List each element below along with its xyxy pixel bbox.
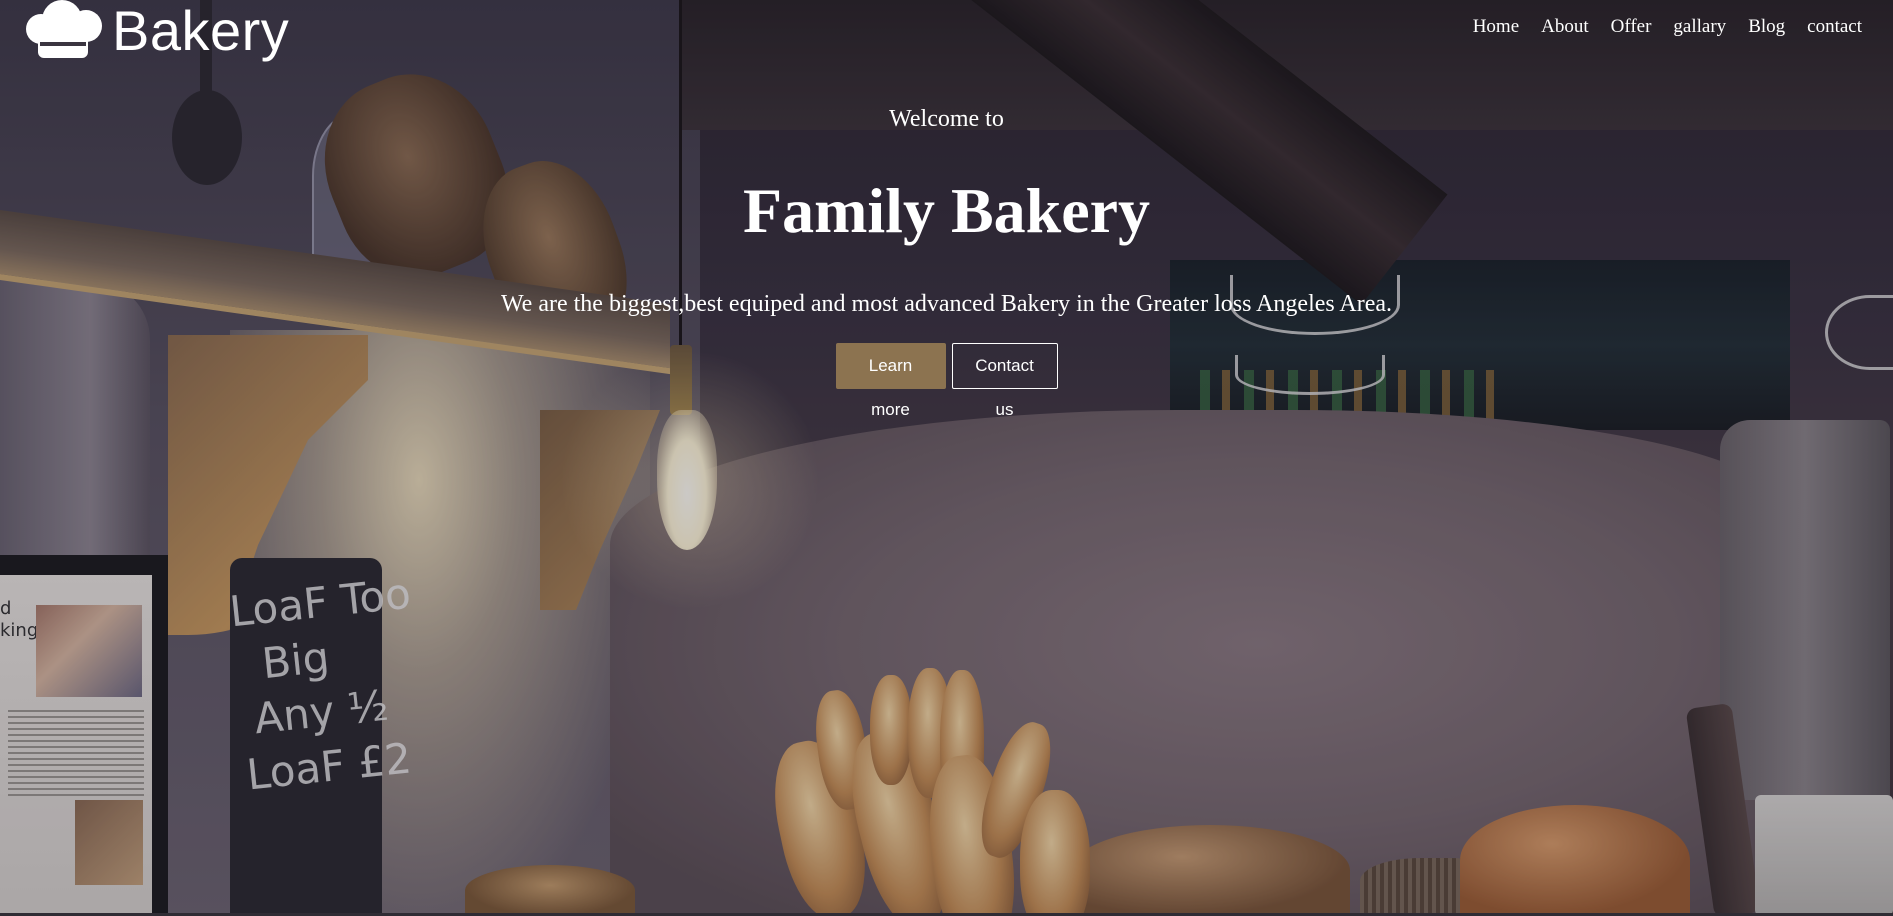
learn-more-button[interactable]: Learn more [835,343,946,419]
dark-overlay [0,0,1893,916]
nav-home[interactable]: Home [1473,14,1519,40]
main-nav: Home About Offer gallary Blog contact [1451,14,1862,40]
hero-buttons: Learn more Contact us [0,343,1893,419]
chef-hat-icon [24,0,104,62]
nav-gallery[interactable]: gallary [1673,14,1726,40]
contact-us-button[interactable]: Contact us [951,343,1058,419]
hero-subtitle: We are the biggest,best equiped and most… [500,291,1393,317]
hero-welcome: Welcome to [889,106,1004,132]
hero-title: Family Bakery [742,175,1151,246]
nav-about[interactable]: About [1541,14,1589,40]
nav-contact[interactable]: contact [1807,14,1862,40]
brand-logo[interactable]: Bakery [24,0,289,62]
hero-background-image: d king LoaF Too Big Any ½ LoaF £2 [0,0,1893,916]
brand-name: Bakery [112,0,290,62]
nav-blog[interactable]: Blog [1748,14,1785,40]
nav-offer[interactable]: Offer [1611,14,1652,40]
